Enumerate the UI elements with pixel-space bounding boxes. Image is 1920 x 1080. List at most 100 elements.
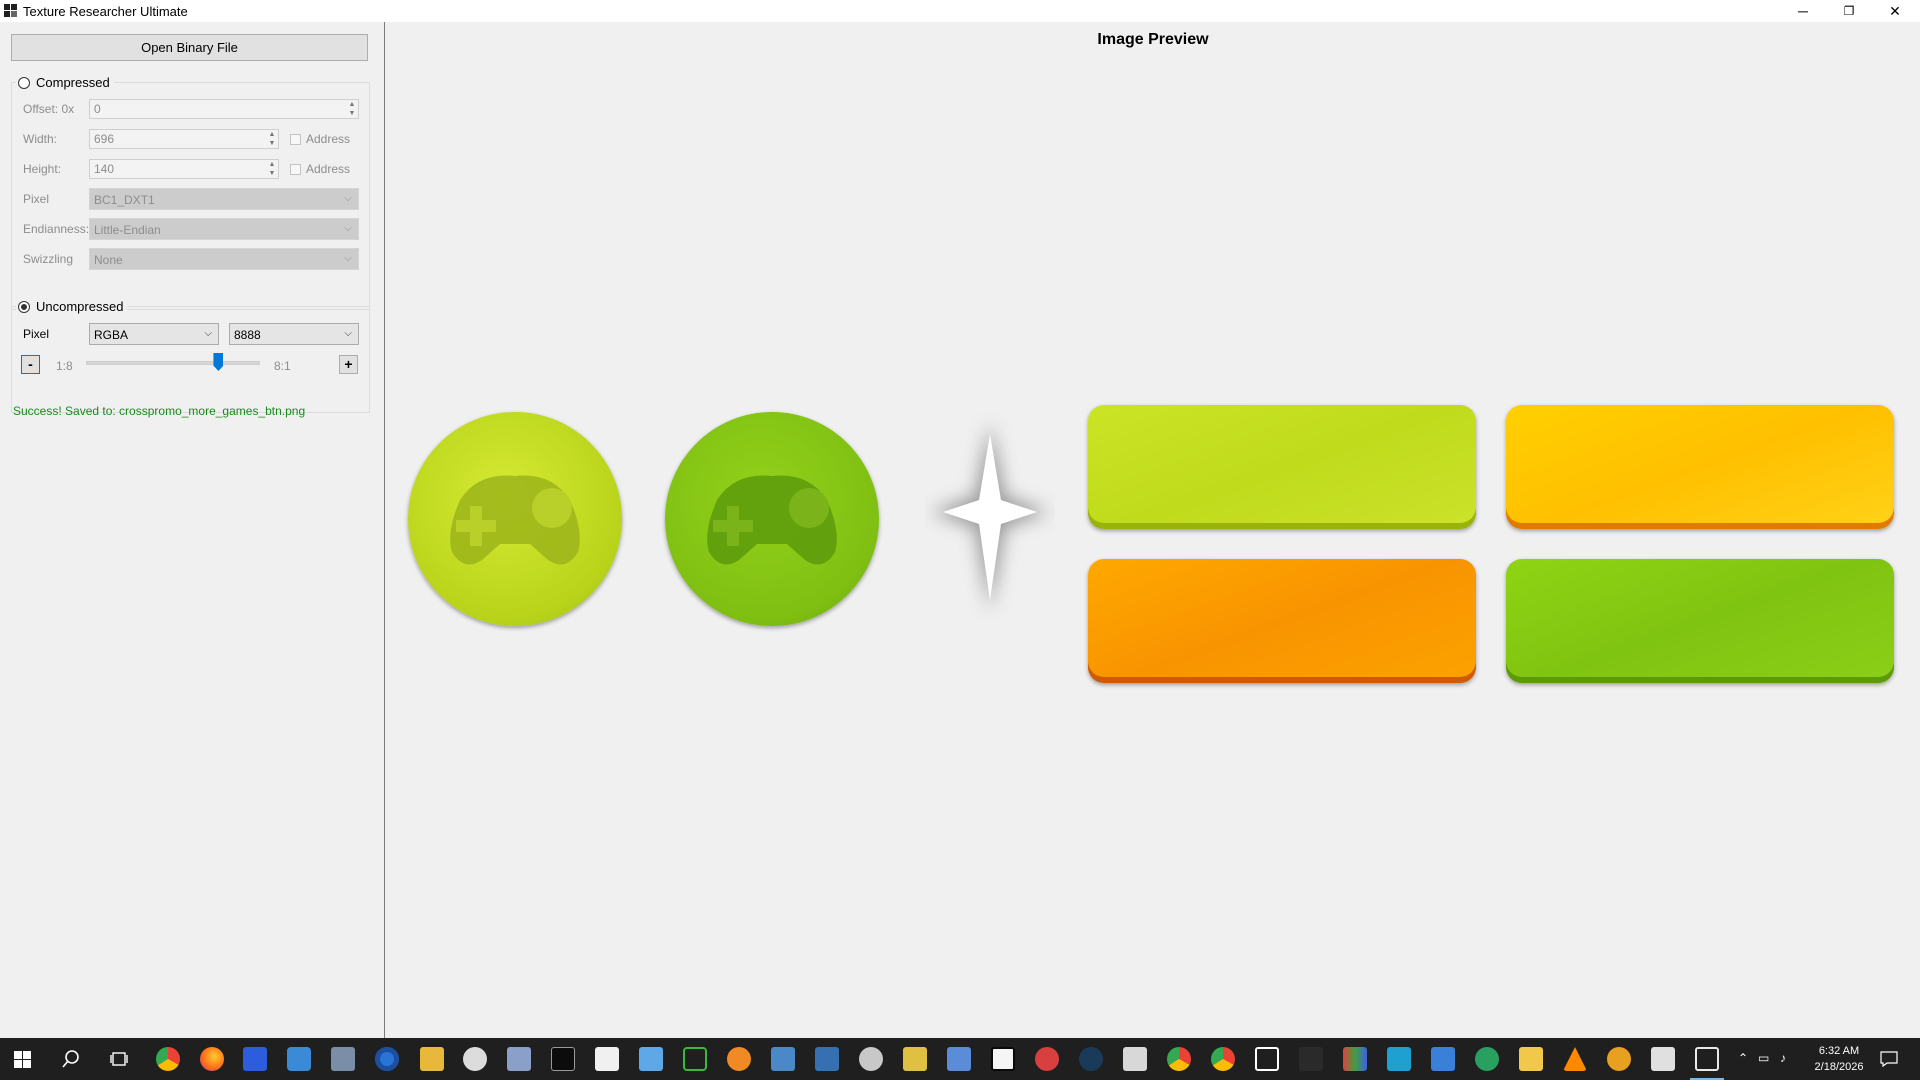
checkbox-icon[interactable] [290, 163, 301, 175]
app-icon[interactable] [859, 1047, 883, 1071]
pixel-format-select[interactable]: RGBA ⌵ [89, 323, 219, 345]
vlc-icon[interactable] [1563, 1047, 1587, 1071]
preview-title: Image Preview [1097, 31, 1209, 48]
folder-app-icon[interactable] [420, 1047, 444, 1071]
app-icon[interactable] [1475, 1047, 1499, 1071]
endianness-label: Endianness: [23, 222, 90, 236]
taskbar: ⌃ ▭ ♪ 6:32 AM 2/18/2026 [0, 1038, 1920, 1080]
volume-icon[interactable]: ♪ [1780, 1051, 1786, 1065]
zoom-min-label: 1:8 [56, 359, 73, 373]
app-icon[interactable] [375, 1047, 399, 1071]
yellow-rect-button-sprite [1506, 405, 1894, 529]
offset-spinner-icon[interactable]: ▲ ▼ [346, 100, 358, 118]
zoom-in-button[interactable]: + [339, 355, 358, 374]
minimize-button[interactable]: ─ [1780, 0, 1826, 22]
ide-icon[interactable] [243, 1047, 267, 1071]
file-explorer-icon[interactable] [1519, 1047, 1543, 1071]
pixel-bits-select[interactable]: 8888 ⌵ [229, 323, 359, 345]
width-input[interactable]: 696 ▲ ▼ [89, 129, 279, 149]
green-rect-button-sprite [1506, 559, 1894, 683]
blender-icon[interactable] [727, 1047, 751, 1071]
compressed-radio-icon[interactable] [18, 76, 30, 89]
app-icon[interactable] [771, 1047, 795, 1071]
app-icon[interactable] [287, 1047, 311, 1071]
app-icon[interactable] [1079, 1047, 1103, 1071]
title-bar: Texture Researcher Ultimate ─ ❐ ✕ [0, 0, 1920, 22]
app-icon[interactable] [639, 1047, 663, 1071]
compressed-pixel-select[interactable]: BC1_DXT1 ⌵ [89, 188, 359, 210]
height-address-checkbox[interactable]: Address [290, 162, 350, 176]
swizzling-label: Swizzling [23, 252, 74, 266]
compressed-label: Compressed [36, 75, 110, 90]
app-icon[interactable] [595, 1047, 619, 1071]
open-binary-file-button[interactable]: Open Binary File [11, 34, 368, 61]
swizzling-value: None [94, 253, 123, 267]
offset-input[interactable]: 0 ▲ ▼ [89, 99, 359, 119]
zoom-out-button[interactable]: - [21, 355, 40, 374]
maximize-button[interactable]: ❐ [1826, 0, 1872, 22]
search-icon[interactable] [62, 1050, 80, 1068]
app-icon[interactable] [1343, 1047, 1367, 1071]
app-icon[interactable] [1387, 1047, 1411, 1071]
app-icon[interactable] [1035, 1047, 1059, 1071]
chrome-icon[interactable] [156, 1047, 180, 1071]
vim-icon[interactable] [683, 1047, 707, 1071]
app-icon[interactable] [1123, 1047, 1147, 1071]
image-preview-panel: Image Preview [384, 22, 1920, 1038]
app-icon[interactable] [1431, 1047, 1455, 1071]
app-icon[interactable] [463, 1047, 487, 1071]
app-icon [4, 4, 18, 18]
firefox-icon[interactable] [200, 1047, 224, 1071]
chevron-down-icon: ⌵ [204, 328, 212, 339]
uncompressed-radio[interactable]: Uncompressed [16, 299, 128, 314]
texture-researcher-taskbar-icon[interactable] [1695, 1047, 1719, 1071]
offset-value: 0 [94, 102, 101, 116]
compressed-pixel-value: BC1_DXT1 [94, 193, 155, 207]
width-label: Width: [23, 132, 58, 146]
app-icon[interactable] [1607, 1047, 1631, 1071]
chrome-icon[interactable] [1167, 1047, 1191, 1071]
window-icon[interactable] [1255, 1047, 1279, 1071]
notepad-icon[interactable] [947, 1047, 971, 1071]
pixel-format-value: RGBA [94, 328, 129, 342]
width-address-label: Address [306, 132, 351, 146]
gamepad-icon [707, 475, 837, 565]
window-title: Texture Researcher Ultimate [23, 4, 188, 19]
chevron-up-icon[interactable]: ⌃ [1738, 1051, 1748, 1065]
height-address-label: Address [306, 162, 351, 176]
chevron-down-icon: ⌵ [344, 253, 352, 264]
uncompressed-label: Uncompressed [36, 299, 124, 314]
7zip-icon[interactable] [991, 1047, 1015, 1071]
sparkle-sprite [925, 412, 1055, 622]
notifications-icon[interactable] [1880, 1051, 1898, 1067]
endianness-select[interactable]: Little-Endian ⌵ [89, 218, 359, 240]
uncompressed-pixel-label: Pixel [23, 327, 50, 341]
python-icon[interactable] [815, 1047, 839, 1071]
chevron-down-icon: ⌵ [344, 328, 352, 339]
app-icon[interactable] [1651, 1047, 1675, 1071]
terminal-icon[interactable] [551, 1047, 575, 1071]
close-button[interactable]: ✕ [1872, 0, 1918, 22]
uncompressed-radio-icon[interactable] [18, 300, 30, 313]
width-spinner-icon[interactable]: ▲ ▼ [266, 130, 278, 148]
width-address-checkbox[interactable]: Address [290, 132, 350, 146]
task-view-icon[interactable] [110, 1050, 128, 1068]
height-input[interactable]: 140 ▲ ▼ [89, 159, 279, 179]
checkbox-icon[interactable] [290, 133, 301, 145]
swizzling-select[interactable]: None ⌵ [89, 248, 359, 270]
app-icon[interactable] [1299, 1047, 1323, 1071]
compressed-radio[interactable]: Compressed [16, 75, 114, 90]
app-icon[interactable] [903, 1047, 927, 1071]
app-icon[interactable] [331, 1047, 355, 1071]
chrome-icon[interactable] [1211, 1047, 1235, 1071]
clock-time: 6:32 AM [1818, 1045, 1860, 1057]
height-value: 140 [94, 162, 115, 176]
green-gamepad-button-sprite [665, 412, 879, 626]
system-clock[interactable]: 6:32 AM 2/18/2026 [1804, 1043, 1874, 1075]
height-spinner-icon[interactable]: ▲ ▼ [266, 160, 278, 178]
zoom-slider-track[interactable] [86, 361, 260, 365]
app-icon[interactable] [507, 1047, 531, 1071]
gamepad-icon [450, 475, 580, 565]
network-icon[interactable]: ▭ [1758, 1051, 1769, 1065]
windows-start-icon[interactable] [14, 1051, 31, 1068]
